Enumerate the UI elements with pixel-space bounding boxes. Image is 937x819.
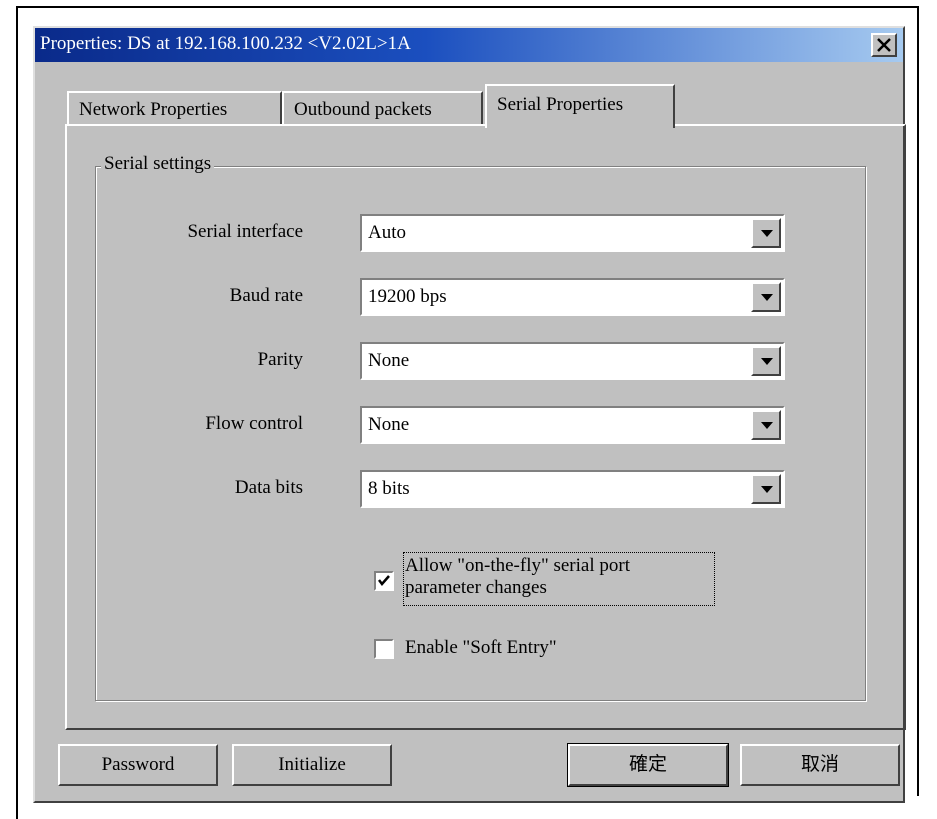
flow-control-select[interactable]: None — [360, 406, 785, 444]
on-the-fly-label-line2: parameter changes — [405, 577, 547, 598]
chevron-down-icon — [761, 422, 773, 429]
close-button[interactable] — [871, 33, 897, 57]
chevron-down-icon — [761, 230, 773, 237]
group-label: Serial settings — [101, 153, 215, 175]
check-icon — [378, 575, 390, 586]
chevron-down-icon — [761, 358, 773, 365]
chevron-down-icon — [761, 294, 773, 301]
outer-frame-edge — [16, 795, 18, 819]
initialize-button[interactable]: Initialize — [232, 744, 392, 786]
dropdown-button[interactable] — [751, 410, 781, 440]
flow-control-label: Flow control — [205, 413, 303, 434]
serial-interface-select[interactable]: Auto — [360, 214, 785, 252]
data-bits-label: Data bits — [234, 477, 303, 498]
on-the-fly-label-line1: Allow "on-the-fly" serial port — [405, 555, 630, 576]
window-title: Properties: DS at 192.168.100.232 <V2.02… — [40, 33, 411, 54]
dropdown-button[interactable] — [751, 218, 781, 248]
ok-button[interactable]: 確定 — [567, 743, 729, 787]
parity-label: Parity — [257, 349, 303, 370]
tab-network-properties[interactable]: Network Properties — [67, 91, 282, 125]
tab-label: Outbound packets — [294, 99, 432, 120]
parity-select[interactable]: None — [360, 342, 785, 380]
password-button[interactable]: Password — [58, 744, 218, 786]
cancel-button[interactable]: 取消 — [740, 744, 900, 786]
combo-value: None — [368, 414, 410, 435]
dropdown-button[interactable] — [751, 474, 781, 504]
serial-interface-label: Serial interface — [187, 221, 303, 242]
dropdown-button[interactable] — [751, 346, 781, 376]
baud-rate-select[interactable]: 19200 bps — [360, 278, 785, 316]
tab-outbound-packets[interactable]: Outbound packets — [282, 91, 483, 125]
tab-label: Network Properties — [79, 99, 228, 120]
soft-entry-checkbox[interactable] — [374, 639, 394, 659]
combo-value: 8 bits — [368, 478, 410, 499]
on-the-fly-label[interactable]: Allow "on-the-fly" serial port parameter… — [405, 555, 630, 599]
on-the-fly-checkbox[interactable] — [374, 571, 394, 591]
combo-value: Auto — [368, 222, 406, 243]
close-icon — [877, 38, 891, 52]
baud-rate-label: Baud rate — [229, 285, 303, 306]
soft-entry-label[interactable]: Enable "Soft Entry" — [405, 637, 557, 659]
title-bar[interactable]: Properties: DS at 192.168.100.232 <V2.02… — [35, 28, 903, 62]
tab-serial-properties[interactable]: Serial Properties — [485, 84, 675, 128]
tab-label: Serial Properties — [497, 94, 624, 115]
combo-value: None — [368, 350, 410, 371]
dropdown-button[interactable] — [751, 282, 781, 312]
properties-dialog: Properties: DS at 192.168.100.232 <V2.02… — [33, 26, 906, 803]
data-bits-select[interactable]: 8 bits — [360, 470, 785, 508]
chevron-down-icon — [761, 486, 773, 493]
combo-value: 19200 bps — [368, 286, 447, 307]
